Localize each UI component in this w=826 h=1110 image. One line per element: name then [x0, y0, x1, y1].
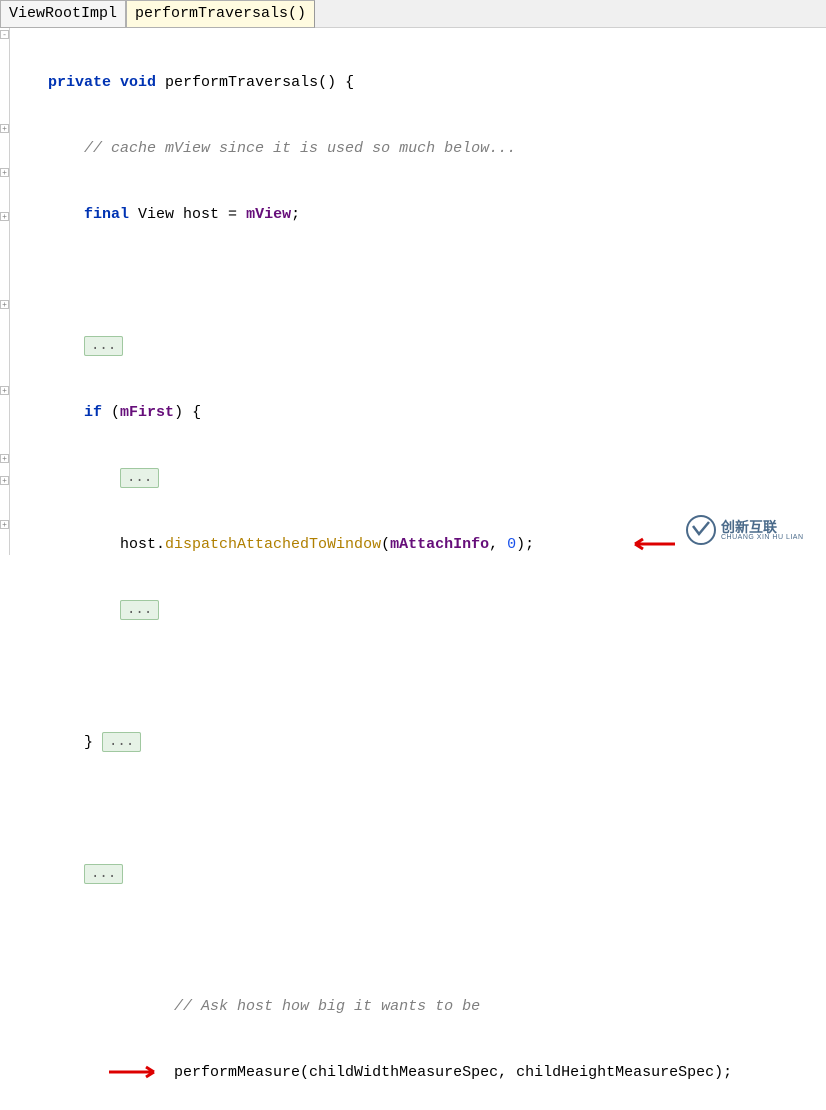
fold-toggle-icon[interactable]: + [0, 300, 9, 309]
field-ref: mView [246, 206, 291, 223]
fold-badge[interactable]: ... [120, 600, 159, 620]
fold-badge[interactable]: ... [84, 336, 123, 356]
keyword-final: final [84, 206, 129, 223]
code-line: if (mFirst) { [10, 402, 826, 424]
keyword-private: private [48, 74, 111, 91]
fold-toggle-icon[interactable]: - [0, 30, 9, 39]
code-text: performMeasure(childWidthMeasureSpec, ch… [174, 1064, 732, 1081]
fold-badge[interactable]: ... [102, 732, 141, 752]
fold-toggle-icon[interactable]: + [0, 212, 9, 221]
comment: // cache mView since it is used so much … [84, 140, 516, 157]
code-line: } ... [10, 732, 826, 754]
code-line: performMeasure(childWidthMeasureSpec, ch… [10, 1062, 826, 1084]
breadcrumb-method[interactable]: performTraversals() [126, 0, 315, 28]
watermark-text: 创新互联 CHUANG XIN HU LIAN [721, 520, 804, 541]
code-text: ( [381, 536, 390, 553]
code-editor[interactable]: private void performTraversals() { // ca… [10, 28, 826, 1110]
fold-badge[interactable]: ... [84, 864, 123, 884]
code-line: // cache mView since it is used so much … [10, 138, 826, 160]
number-literal: 0 [507, 536, 516, 553]
code-line: ... [10, 468, 826, 490]
fold-badge[interactable]: ... [120, 468, 159, 488]
breadcrumb: ViewRootImpl performTraversals() [0, 0, 826, 28]
comment: // Ask host how big it wants to be [174, 998, 480, 1015]
fold-toggle-icon[interactable]: + [0, 520, 9, 529]
fold-toggle-icon[interactable]: + [0, 386, 9, 395]
keyword-if: if [84, 404, 102, 421]
code-text: ; [291, 206, 300, 223]
code-text: ( [102, 404, 120, 421]
watermark-text-en: CHUANG XIN HU LIAN [721, 534, 804, 541]
code-line [10, 798, 826, 820]
code-text: View host = [129, 206, 246, 223]
fold-gutter: - + + + + + + + + [0, 28, 10, 555]
code-text: , [489, 536, 507, 553]
fold-toggle-icon[interactable]: + [0, 168, 9, 177]
code-line: final View host = mView; [10, 204, 826, 226]
code-line [10, 270, 826, 292]
fold-toggle-icon[interactable]: + [0, 124, 9, 133]
code-line: ... [10, 864, 826, 886]
code-text: ); [516, 536, 534, 553]
code-text: host. [120, 536, 165, 553]
method-call: dispatchAttachedToWindow [165, 536, 381, 553]
watermark-text-cn: 创新互联 [721, 520, 804, 534]
fold-toggle-icon[interactable]: + [0, 454, 9, 463]
watermark-logo-icon [685, 514, 717, 546]
fold-toggle-icon[interactable]: + [0, 476, 9, 485]
field-ref: mFirst [120, 404, 174, 421]
keyword-void: void [120, 74, 156, 91]
code-line: ... [10, 336, 826, 358]
breadcrumb-class[interactable]: ViewRootImpl [0, 0, 126, 28]
code-line [10, 666, 826, 688]
arrow-annotation-icon [104, 1062, 164, 1082]
code-text: } [84, 734, 102, 751]
code-text: ) { [174, 404, 201, 421]
code-line [10, 930, 826, 952]
code-line: private void performTraversals() { [10, 72, 826, 94]
arrow-annotation-icon [625, 534, 675, 554]
watermark: 创新互联 CHUANG XIN HU LIAN [681, 510, 826, 550]
code-line: // Ask host how big it wants to be [10, 996, 826, 1018]
field-ref: mAttachInfo [390, 536, 489, 553]
code-line: ... [10, 600, 826, 622]
code-text: performTraversals() { [156, 74, 354, 91]
